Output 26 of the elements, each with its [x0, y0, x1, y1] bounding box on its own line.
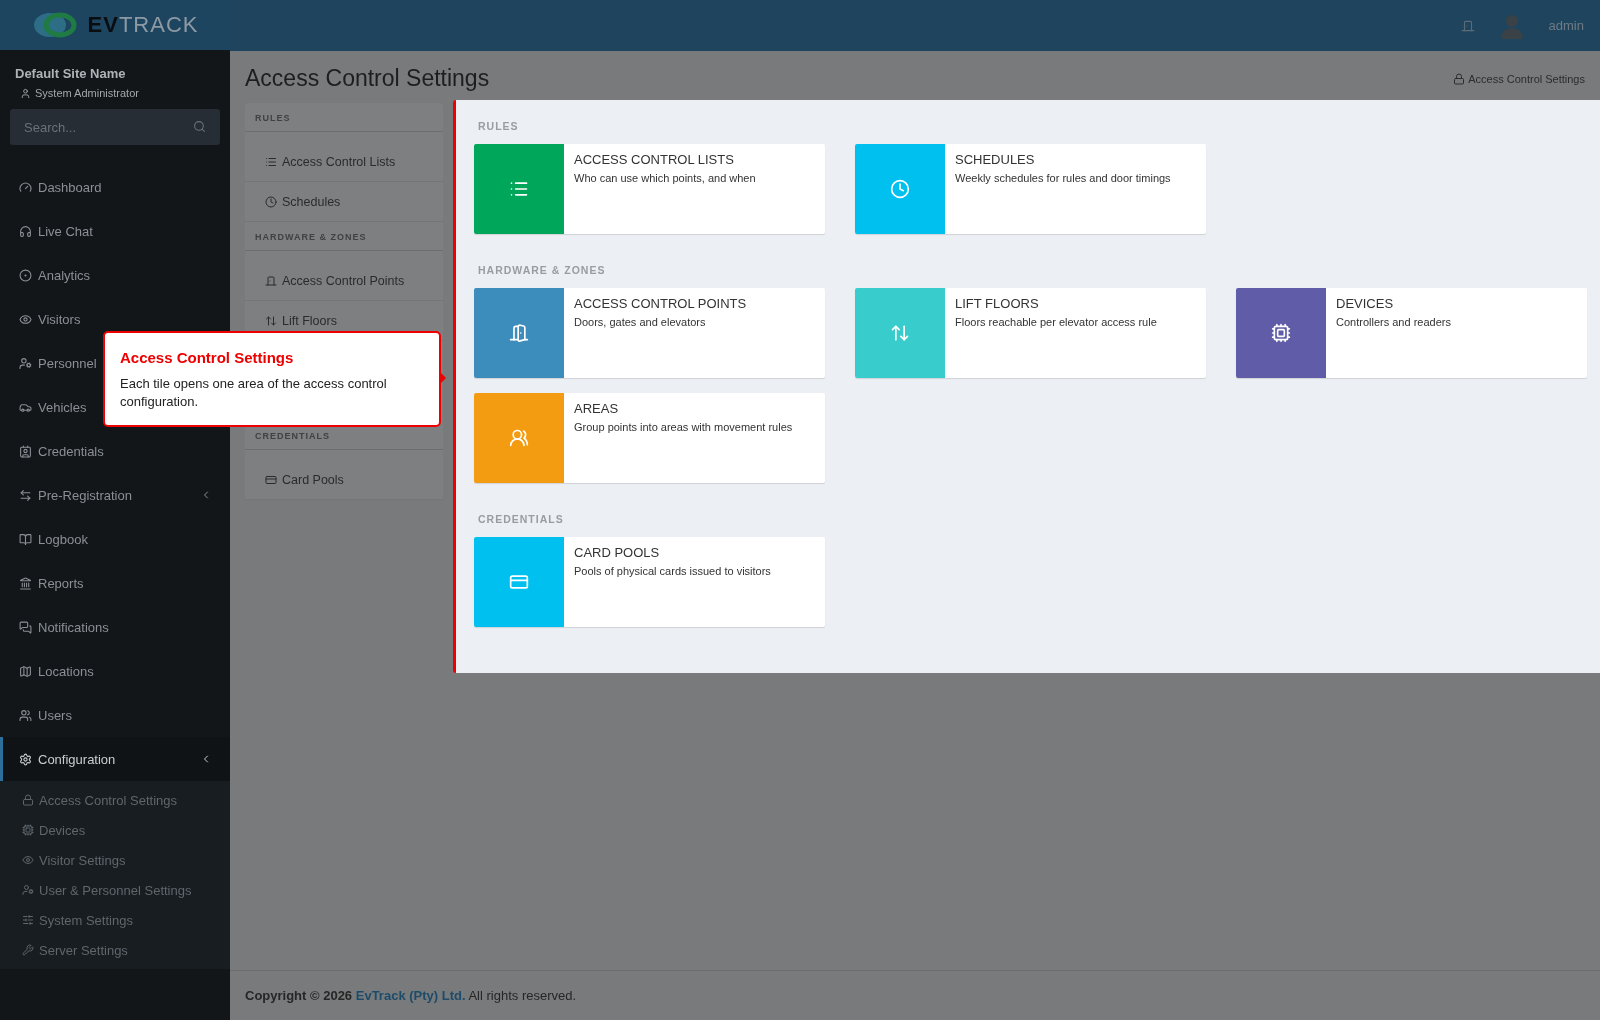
tile-title: ACCESS CONTROL LISTS: [574, 152, 735, 167]
tooltip-text: Each tile opens one area of the access control configuration.: [120, 375, 388, 411]
tile-description: Pools of physical cards issued to visitors: [574, 565, 771, 577]
tile-title: SCHEDULES: [955, 152, 1036, 167]
tile-title: LIFT FLOORS: [955, 296, 1040, 311]
section-heading: RULES: [477, 119, 520, 134]
site-name: Default Site Name: [14, 65, 127, 83]
menu-heading: HARDWARE & ZONES: [245, 222, 443, 251]
user-role: System Administrator: [35, 87, 139, 99]
page-title: Access Control Settings: [245, 65, 490, 92]
tile-title: DEVICES: [1336, 296, 1395, 311]
tile-title: ACCESS CONTROL POINTS: [574, 296, 747, 311]
tile-description: Floors reachable per elevator access rule: [955, 316, 1157, 328]
tile-description: Controllers and readers: [1336, 316, 1451, 328]
menu-heading: RULES: [245, 103, 443, 132]
tooltip-title: Access Control Settings: [120, 349, 295, 366]
tile-description: Group points into areas with movement rules: [574, 421, 793, 433]
copyright-text: Copyright © 2026 EvTrack (Pty) Ltd. All rights reserved.: [245, 988, 577, 1003]
section-heading: CREDENTIALS: [477, 512, 565, 527]
tile-title: CARD POOLS: [574, 545, 661, 560]
section-heading: HARDWARE & ZONES: [477, 263, 607, 278]
tile-title: AREAS: [574, 401, 620, 416]
brand-name: EVTRACK: [87, 12, 199, 38]
tile-description: Doors, gates and elevators: [574, 316, 707, 328]
tile-description: Who can use which points, and when: [574, 172, 756, 184]
tile-description: Weekly schedules for rules and door timings: [955, 172, 1171, 184]
